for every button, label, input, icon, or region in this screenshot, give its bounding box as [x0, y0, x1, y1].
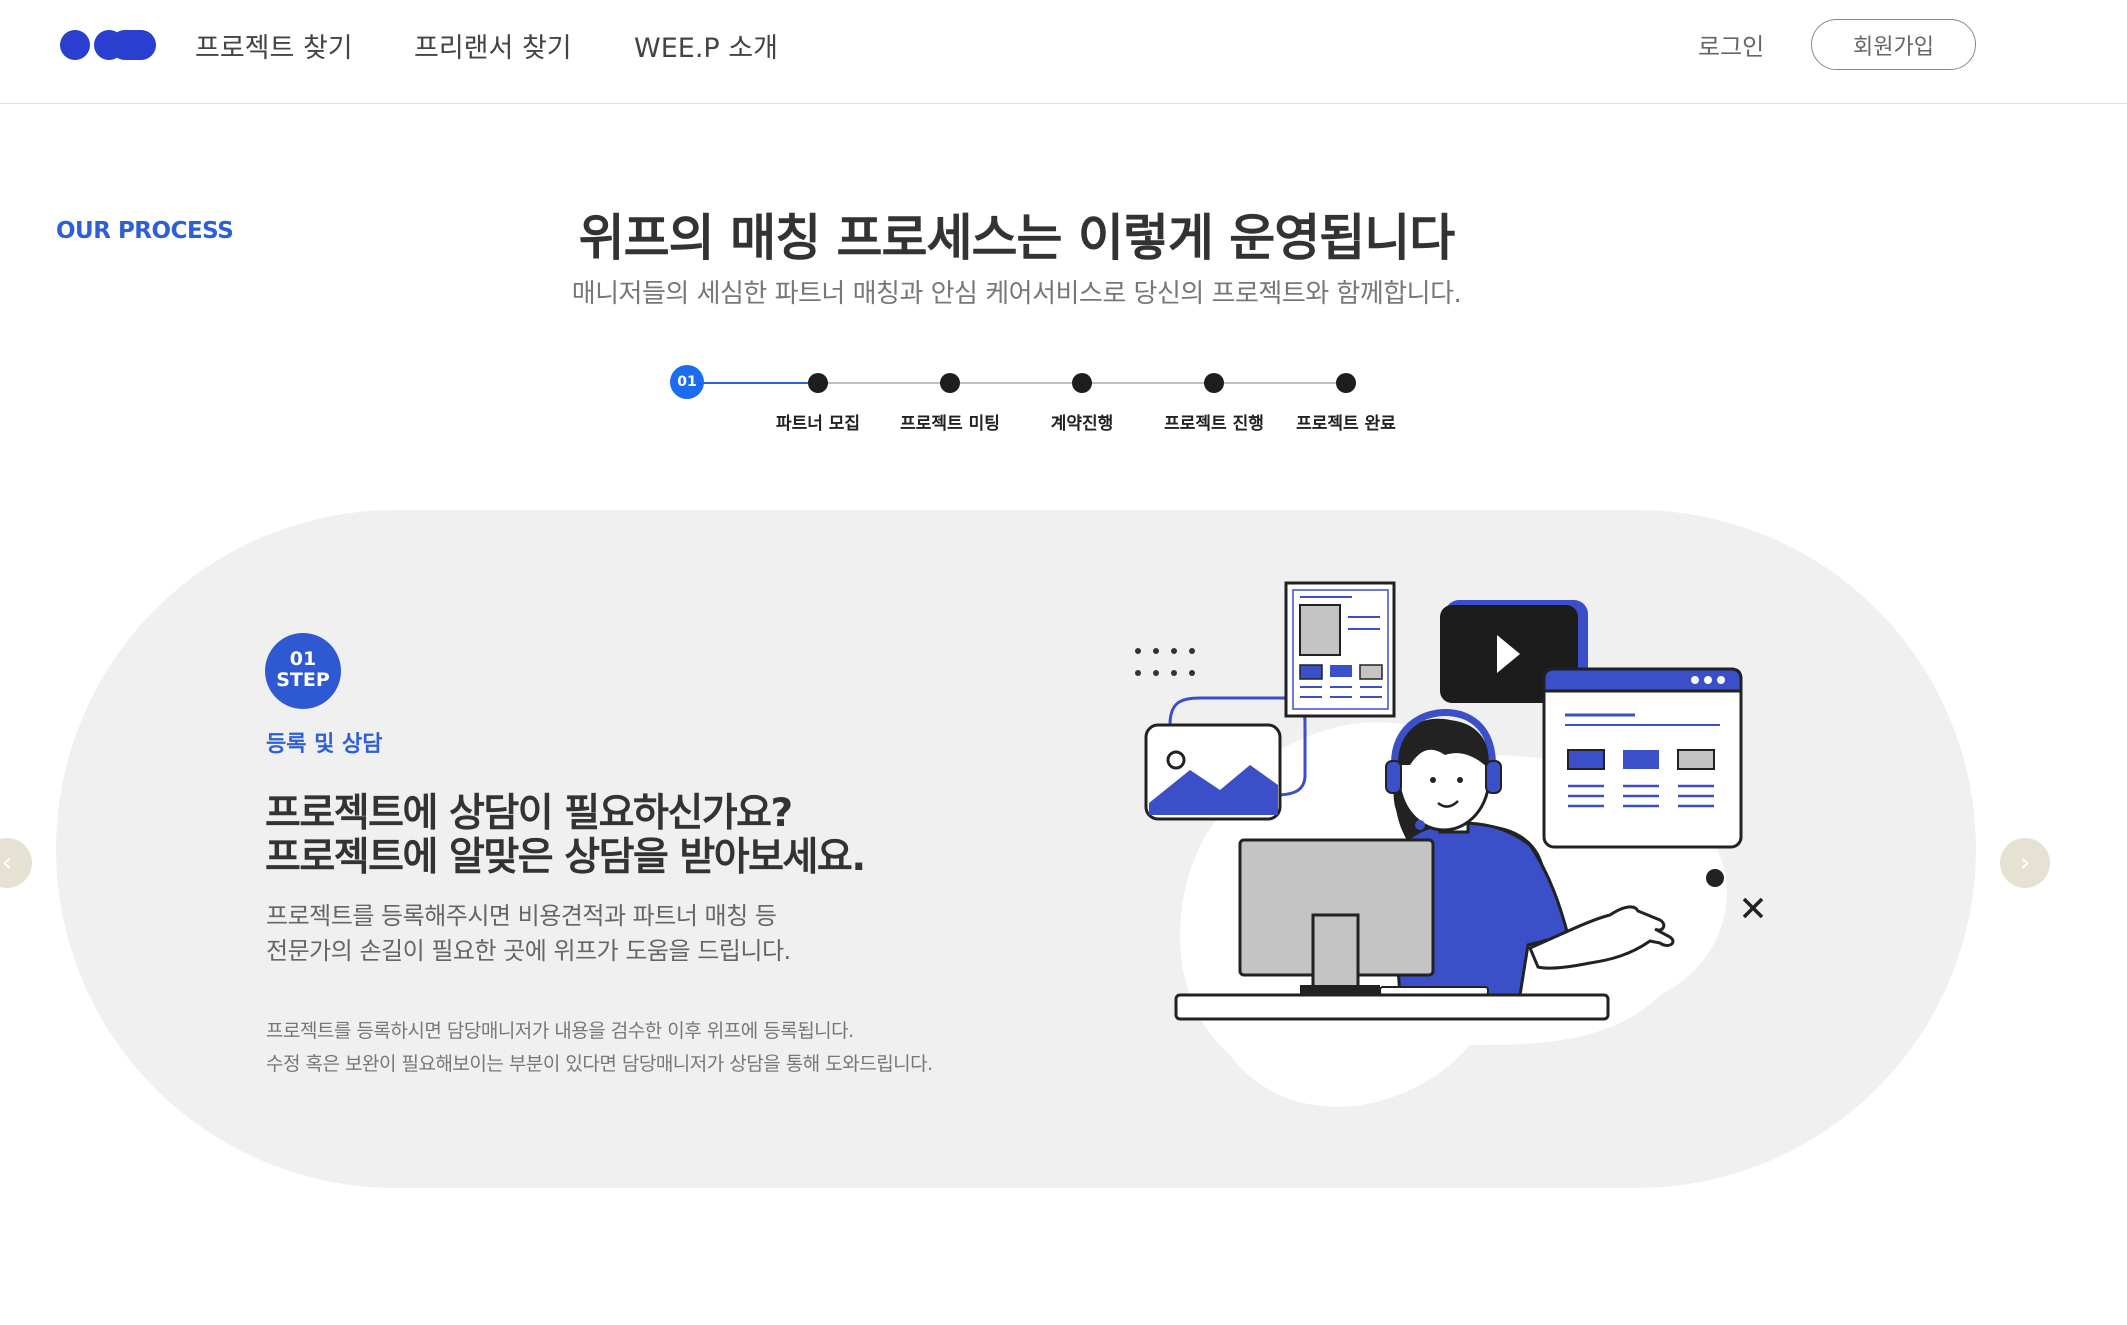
- login-link[interactable]: 로그인: [1698, 27, 1764, 62]
- chevron-left-icon: ‹: [1, 848, 13, 878]
- step-dot-current[interactable]: 01: [670, 365, 704, 399]
- step-dot-4[interactable]: [1072, 373, 1092, 393]
- carousel-next-button[interactable]: ›: [2000, 838, 2050, 888]
- step-dot-6[interactable]: [1336, 373, 1356, 393]
- step-headline: 프로젝트에 상담이 필요하신가요? 프로젝트에 알맞은 상담을 받아보세요.: [265, 791, 866, 880]
- nav-find-freelancers[interactable]: 프리랜서 찾기: [414, 26, 572, 65]
- note-line: 프로젝트를 등록하시면 담당매니저가 내용을 검수한 이후 위프에 등록됩니다.: [266, 1020, 854, 1042]
- stepper-progress-line: [687, 382, 818, 384]
- site-header: 프로젝트 찾기 프리랜서 찾기 WEE.P 소개 로그인 회원가입: [0, 0, 2127, 104]
- step-badge-text: STEP: [276, 669, 330, 691]
- page-title: 위프의 매칭 프로세스는 이렇게 운영됩니다: [578, 209, 1456, 267]
- headline-line: 프로젝트에 상담이 필요하신가요?: [265, 791, 793, 836]
- signup-button[interactable]: 회원가입: [1811, 19, 1976, 70]
- process-stepper: 01 파트너 모집 프로젝트 미팅 계약진행 프로젝트 진행 프로젝트 완료: [0, 360, 2127, 440]
- document-icon: [1284, 581, 1396, 718]
- step-label[interactable]: 프로젝트 완료: [1296, 409, 1396, 434]
- page-subtitle: 매니저들의 세심한 파트너 매칭과 안심 케어서비스로 당신의 프로젝트와 함께…: [571, 279, 1462, 309]
- logo-dot: [110, 30, 156, 60]
- carousel-prev-button[interactable]: ‹: [0, 838, 32, 888]
- nav-find-projects[interactable]: 프로젝트 찾기: [195, 26, 353, 65]
- headline-line: 프로젝트에 알맞은 상담을 받아보세요.: [265, 835, 866, 880]
- nav-about-weep[interactable]: WEE.P 소개: [634, 26, 778, 65]
- step-label[interactable]: 프로젝트 진행: [1164, 409, 1264, 434]
- step-dot-3[interactable]: [940, 373, 960, 393]
- desk-monitor-icon: [1238, 838, 1435, 995]
- step-badge: 01 STEP: [265, 633, 341, 709]
- step-badge-number: 01: [289, 648, 317, 670]
- image-card-icon: [1144, 723, 1282, 821]
- desk: [1174, 993, 1610, 1021]
- step-dot-5[interactable]: [1204, 373, 1224, 393]
- description-line: 전문가의 손길이 필요한 곳에 위프가 도움을 드립니다.: [266, 937, 791, 965]
- step-name: 등록 및 상담: [266, 732, 383, 757]
- support-agent-illustration: [1135, 581, 1764, 1107]
- decoration-cross-icon: [1742, 897, 1764, 919]
- step-label[interactable]: 파트너 모집: [776, 409, 860, 434]
- browser-window-icon: [1542, 667, 1743, 849]
- step-description: 프로젝트를 등록해주시면 비용견적과 파트너 매칭 등 전문가의 손길이 필요한…: [266, 899, 791, 969]
- site-logo[interactable]: [58, 27, 158, 61]
- decoration-dot: [1706, 869, 1724, 887]
- dot-grid-decoration: [1135, 648, 1195, 676]
- note-line: 수정 혹은 보완이 필요해보이는 부분이 있다면 담당매니저가 상담을 통해 도…: [266, 1053, 933, 1075]
- step-dot-2[interactable]: [808, 373, 828, 393]
- step-label[interactable]: 프로젝트 미팅: [900, 409, 1000, 434]
- logo-dot: [60, 30, 90, 60]
- step-label[interactable]: 계약진행: [1051, 409, 1114, 434]
- description-line: 프로젝트를 등록해주시면 비용견적과 파트너 매칭 등: [266, 902, 777, 930]
- chevron-right-icon: ›: [2019, 848, 2031, 878]
- step-note: 프로젝트를 등록하시면 담당매니저가 내용을 검수한 이후 위프에 등록됩니다.…: [266, 1015, 933, 1081]
